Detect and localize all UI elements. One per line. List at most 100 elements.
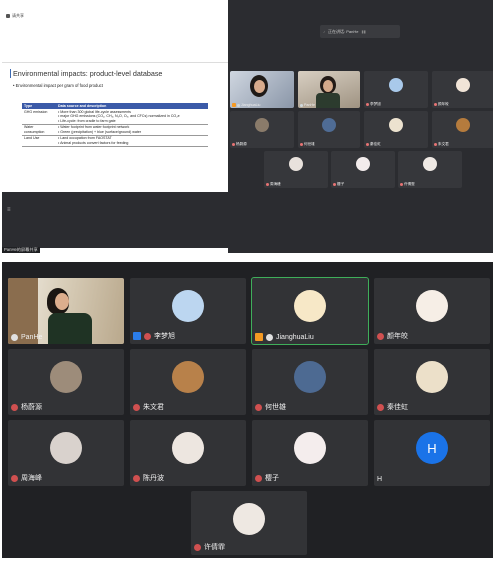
mic-icon xyxy=(11,334,18,341)
avatar xyxy=(172,290,204,322)
participant-tile[interactable]: 朱文君 xyxy=(130,349,246,415)
tile-name: 朱文君 xyxy=(133,402,164,412)
participant-tile[interactable]: 杨蔚源 xyxy=(230,111,294,148)
tile-name-text: 李梦旭 xyxy=(154,333,175,340)
participant-tile[interactable]: JianghuaLiu xyxy=(251,277,369,345)
participant-tile[interactable]: 秦佳虹 xyxy=(374,349,490,415)
table-cell: • More than 300 global life-cycle assess… xyxy=(56,109,208,125)
avatar xyxy=(416,290,448,322)
participant-tile[interactable]: 周海峰 xyxy=(8,420,124,486)
mic-icon xyxy=(333,183,336,186)
table-cell: • Land occupation from FAOSTAT • Animal … xyxy=(56,135,208,147)
mic-icon xyxy=(133,403,140,411)
tile-name-text: 周海峰 xyxy=(270,182,281,186)
tile-name-text: JianghuaLiu xyxy=(276,333,314,341)
avatar xyxy=(416,361,448,393)
tile-name-text: JianghuaLiu xyxy=(241,103,261,107)
menu-icon[interactable]: ≡ xyxy=(7,207,12,213)
tile-name-text: 李梦旭 xyxy=(370,102,381,106)
avatar xyxy=(50,432,82,464)
avatar xyxy=(294,361,326,393)
tile-name-text: 颜年皎 xyxy=(387,333,408,340)
participant-tile[interactable]: H H xyxy=(374,420,490,486)
shirt xyxy=(48,313,92,344)
mic-icon xyxy=(266,183,269,186)
avatar xyxy=(289,157,303,171)
tile-name-text: PanHe xyxy=(304,103,315,107)
participant-tile[interactable]: 李梦旭 xyxy=(364,71,428,108)
participant-tile[interactable]: JianghuaLiu xyxy=(230,71,294,108)
tile-name-text: 杨蔚源 xyxy=(21,404,42,411)
participant-tile[interactable]: 陈丹波 xyxy=(130,420,246,486)
speaking-indicator: ♪ 正在讲话: PanHe ▮▮ xyxy=(320,25,400,38)
participant-tile[interactable]: 周海峰 xyxy=(264,151,328,188)
tile-name: 朱文君 xyxy=(434,142,449,147)
avatar xyxy=(233,503,265,535)
tile-name-text: 陈丹波 xyxy=(143,475,164,482)
slide-subtitle-text: Environmental impact per gram of food pr… xyxy=(15,83,103,88)
tile-name: 许倩霏 xyxy=(400,182,415,187)
participant-tile[interactable]: 杨蔚源 xyxy=(8,349,124,415)
participant-tile[interactable]: 樱子 xyxy=(331,151,395,188)
meeting-screenshot-top: 请共享 Environmental impacts: product-level… xyxy=(2,0,493,253)
mic-icon xyxy=(11,403,18,411)
tile-name-text: 许倩霏 xyxy=(204,544,225,551)
share-tag-label: 请共享 xyxy=(12,13,24,18)
participant-tile[interactable]: 樱子 xyxy=(252,420,368,486)
participant-tile[interactable]: 许倩霏 xyxy=(191,491,307,555)
participant-tile[interactable]: 许倩霏 xyxy=(398,151,462,188)
tile-name-text: 何世雄 xyxy=(265,404,286,411)
tile-name-text: 周海峰 xyxy=(21,475,42,482)
mic-icon xyxy=(144,332,151,340)
tile-name: PanHe xyxy=(11,334,42,341)
participant-tile[interactable]: 秦佳虹 xyxy=(364,111,428,148)
host-icon xyxy=(232,103,236,107)
participant-tile[interactable]: 颜年皎 xyxy=(374,278,490,344)
tile-name: PanHe xyxy=(300,103,315,107)
tile-name-text: 朱文君 xyxy=(143,404,164,411)
mic-icon xyxy=(237,103,240,107)
tile-name: 颜年皎 xyxy=(434,102,449,107)
mic-icon xyxy=(377,332,384,340)
participant-tile[interactable]: 何世雄 xyxy=(298,111,360,148)
avatar xyxy=(172,361,204,393)
mic-icon xyxy=(255,403,262,411)
initial-avatar: H xyxy=(416,432,448,464)
table-cell: Water consumption xyxy=(22,124,56,136)
tile-name: H xyxy=(377,476,382,483)
speaker-icon: ♪ xyxy=(323,29,325,34)
participant-tile[interactable]: 颜年皎 xyxy=(432,71,493,108)
tile-name-text: 朱文君 xyxy=(438,142,449,146)
table-item: Land occupation from FAOSTAT xyxy=(60,136,112,141)
signal-icon: ▮▮ xyxy=(361,29,366,34)
avatar xyxy=(294,290,326,322)
tile-name: 何世雄 xyxy=(300,142,315,147)
participant-tile[interactable]: 何世雄 xyxy=(252,349,368,415)
tile-name: 杨蔚源 xyxy=(11,402,42,412)
tile-name-text: 樱子 xyxy=(265,475,279,482)
participant-tile[interactable]: PanHe xyxy=(8,278,124,344)
share-tag[interactable]: 请共享 xyxy=(6,13,24,19)
tile-name-text: 何世雄 xyxy=(304,142,315,146)
data-source-table: Type Data source and description GHG emi… xyxy=(22,103,208,147)
share-icon xyxy=(6,14,10,18)
mic-icon xyxy=(266,333,273,341)
tile-name: 杨蔚源 xyxy=(232,142,247,147)
mic-icon xyxy=(232,143,235,146)
table-row: Land Use • Land occupation from FAOSTAT … xyxy=(22,135,208,147)
tile-name: 李梦旭 xyxy=(366,102,381,107)
tile-name-text: 许倩霏 xyxy=(404,182,415,186)
tile-name-text: 秦佳虹 xyxy=(370,142,381,146)
participant-tile[interactable]: 李梦旭 xyxy=(130,278,246,344)
speaking-text: 正在讲话: PanHe xyxy=(328,28,359,34)
tile-name: JianghuaLiu xyxy=(255,333,314,341)
tile-name: 许倩霏 xyxy=(194,542,225,552)
tile-name: 周海峰 xyxy=(11,473,42,483)
mic-icon xyxy=(11,474,18,482)
participant-tile[interactable]: 朱文君 xyxy=(432,111,493,148)
participant-tile[interactable]: PanHe xyxy=(298,71,360,108)
table-item: More than 300 global life-cycle assessme… xyxy=(60,109,131,114)
face xyxy=(55,293,69,310)
avatar xyxy=(294,432,326,464)
avatar xyxy=(456,118,470,132)
